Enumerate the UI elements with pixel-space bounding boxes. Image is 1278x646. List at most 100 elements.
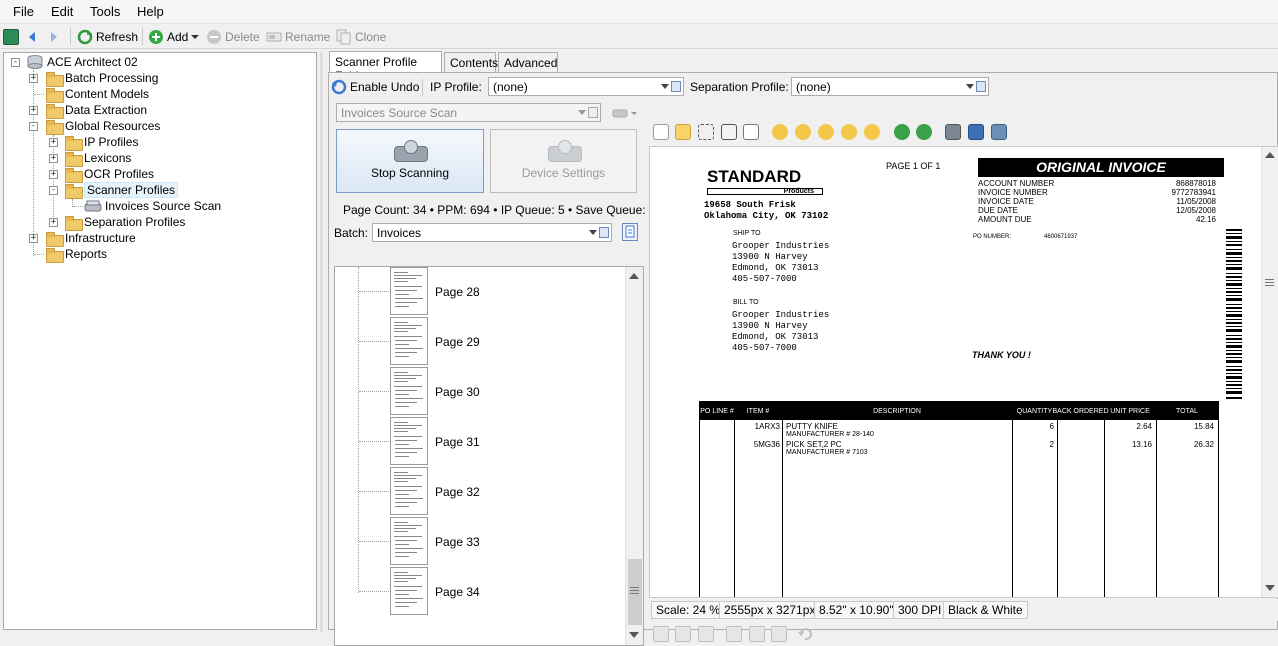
zoom-in-icon[interactable] [772, 124, 788, 140]
tree-expander[interactable]: + [49, 138, 58, 147]
image-icon[interactable] [726, 626, 742, 642]
page-list-scrollbar[interactable] [625, 267, 643, 645]
viewer-toolbar [649, 120, 1278, 146]
tree-expander[interactable]: + [49, 170, 58, 179]
tree-expander[interactable]: - [29, 122, 38, 131]
rotate-right-icon[interactable] [916, 124, 932, 140]
document-viewer[interactable]: STANDARD Products 19658 South Frisk Okla… [649, 146, 1278, 598]
tab-advanced[interactable]: Advanced [498, 52, 558, 73]
tools-icon[interactable] [991, 124, 1007, 140]
node-tree[interactable]: - ACE Architect 02 + Batch Processing Co… [3, 52, 317, 630]
page-list[interactable]: Page 28 Page 29 Page 30 Page 31 Page 32 Page … [334, 266, 644, 646]
batch-select[interactable]: Invoices [372, 223, 612, 242]
pane-splitter[interactable] [320, 52, 323, 632]
scroll-down-icon[interactable] [629, 632, 639, 638]
zoom-width-icon[interactable] [841, 124, 857, 140]
back-button[interactable] [27, 27, 37, 46]
zoom-actual-icon[interactable] [818, 124, 834, 140]
scroll-up-icon[interactable] [629, 273, 639, 279]
tree-item-lexicons[interactable]: Lexicons [65, 150, 131, 167]
tree-expander[interactable]: - [11, 58, 20, 67]
page-thumbnail[interactable] [390, 567, 428, 615]
home-button[interactable] [3, 27, 19, 46]
enable-undo-button[interactable]: Enable Undo [331, 77, 419, 97]
device-settings-button[interactable]: Device Settings [490, 129, 637, 193]
tree-expander[interactable]: + [29, 234, 38, 243]
page-row[interactable]: Page 34 [335, 567, 625, 617]
zoom-region-icon[interactable] [721, 124, 737, 140]
tree-expander[interactable]: + [49, 218, 58, 227]
viewer-scrollbar[interactable] [1261, 147, 1278, 597]
scanner-select[interactable]: Invoices Source Scan [336, 103, 601, 122]
print-icon[interactable] [945, 124, 961, 140]
pointer-icon[interactable] [653, 124, 669, 140]
stop-scanning-button[interactable]: Stop Scanning [336, 129, 484, 193]
tree-item-data-extraction[interactable]: Data Extraction [46, 102, 148, 119]
check-icon[interactable] [675, 626, 691, 642]
rotate-icon[interactable] [771, 626, 787, 642]
page-row[interactable]: Page 28 [335, 267, 625, 317]
page-thumbnail[interactable] [390, 267, 428, 315]
zoom-height-icon[interactable] [864, 124, 880, 140]
scroll-down-icon[interactable] [1265, 585, 1275, 591]
tree-item-label: Data Extraction [65, 103, 148, 117]
ip-profile-select[interactable]: (none) [488, 77, 684, 96]
tree-item-scanner-profiles[interactable]: Scanner Profiles [65, 182, 179, 199]
page-row[interactable]: Page 32 [335, 467, 625, 517]
page-thumbnail[interactable] [390, 367, 428, 415]
tab-contents[interactable]: Contents [444, 52, 498, 73]
save-icon[interactable] [968, 124, 984, 140]
clone-button[interactable]: Clone [336, 27, 386, 46]
batch-options-button[interactable] [622, 223, 638, 241]
rename-button[interactable]: Rename [266, 27, 330, 46]
zoom-out-icon[interactable] [795, 124, 811, 140]
tree-guide [359, 441, 389, 442]
page-row[interactable]: Page 30 [335, 367, 625, 417]
check-icon[interactable] [653, 626, 669, 642]
tree-item-ip-profiles[interactable]: IP Profiles [65, 134, 138, 151]
tree-item-global-resources[interactable]: Global Resources [46, 118, 160, 135]
separation-profile-select[interactable]: (none) [791, 77, 989, 96]
tree-expander[interactable]: - [49, 186, 58, 195]
tree-item-invoices-source-scan[interactable]: Invoices Source Scan [84, 198, 221, 214]
tree-item-ocr-profiles[interactable]: OCR Profiles [65, 166, 154, 183]
scroll-thumb[interactable] [628, 559, 642, 625]
invoice-field-label: DUE DATE [978, 206, 1018, 215]
forward-button[interactable] [49, 27, 59, 46]
tree-item-content-models[interactable]: Content Models [46, 86, 149, 103]
zoom-fit-icon[interactable] [743, 124, 759, 140]
page-row[interactable]: Page 33 [335, 517, 625, 567]
pan-hand-icon[interactable] [675, 124, 691, 140]
tree-item-separation-profiles[interactable]: Separation Profiles [65, 214, 185, 231]
tree-item-infrastructure[interactable]: Infrastructure [46, 230, 136, 247]
select-region-icon[interactable] [698, 124, 714, 140]
scan-icon[interactable] [698, 626, 714, 642]
page-row[interactable]: Page 29 [335, 317, 625, 367]
page-thumbnail[interactable] [390, 517, 428, 565]
menu-edit[interactable]: Edit [51, 4, 73, 19]
menu-file[interactable]: File [13, 4, 34, 19]
scanner-dropdown-button[interactable] [612, 106, 638, 120]
tree-item-reports[interactable]: Reports [46, 246, 107, 263]
page-thumbnail[interactable] [390, 417, 428, 465]
page-thumbnail[interactable] [390, 467, 428, 515]
tree-expander[interactable]: + [49, 154, 58, 163]
undo-icon[interactable] [797, 626, 813, 642]
delete-button[interactable]: Delete [206, 27, 260, 46]
refresh-button[interactable]: Refresh [77, 27, 138, 46]
tree-root[interactable]: ACE Architect 02 [26, 54, 138, 70]
tree-expander[interactable]: + [29, 106, 38, 115]
crop-icon[interactable] [749, 626, 765, 642]
menu-tools[interactable]: Tools [90, 4, 120, 19]
rotate-left-icon[interactable] [894, 124, 910, 140]
separation-profile-label: Separation Profile: [690, 80, 789, 94]
add-button[interactable]: Add [148, 27, 200, 46]
menu-help[interactable]: Help [137, 4, 164, 19]
page-thumbnail[interactable] [390, 317, 428, 365]
tree-item-batch-processing[interactable]: Batch Processing [46, 70, 158, 87]
scroll-up-icon[interactable] [1265, 152, 1275, 158]
page-row[interactable]: Page 31 [335, 417, 625, 467]
tab-scanner-profile-folder[interactable]: Scanner Profile Folder [329, 51, 442, 83]
invoice-field-label: ACCOUNT NUMBER [978, 179, 1055, 188]
tree-expander[interactable]: + [29, 74, 38, 83]
